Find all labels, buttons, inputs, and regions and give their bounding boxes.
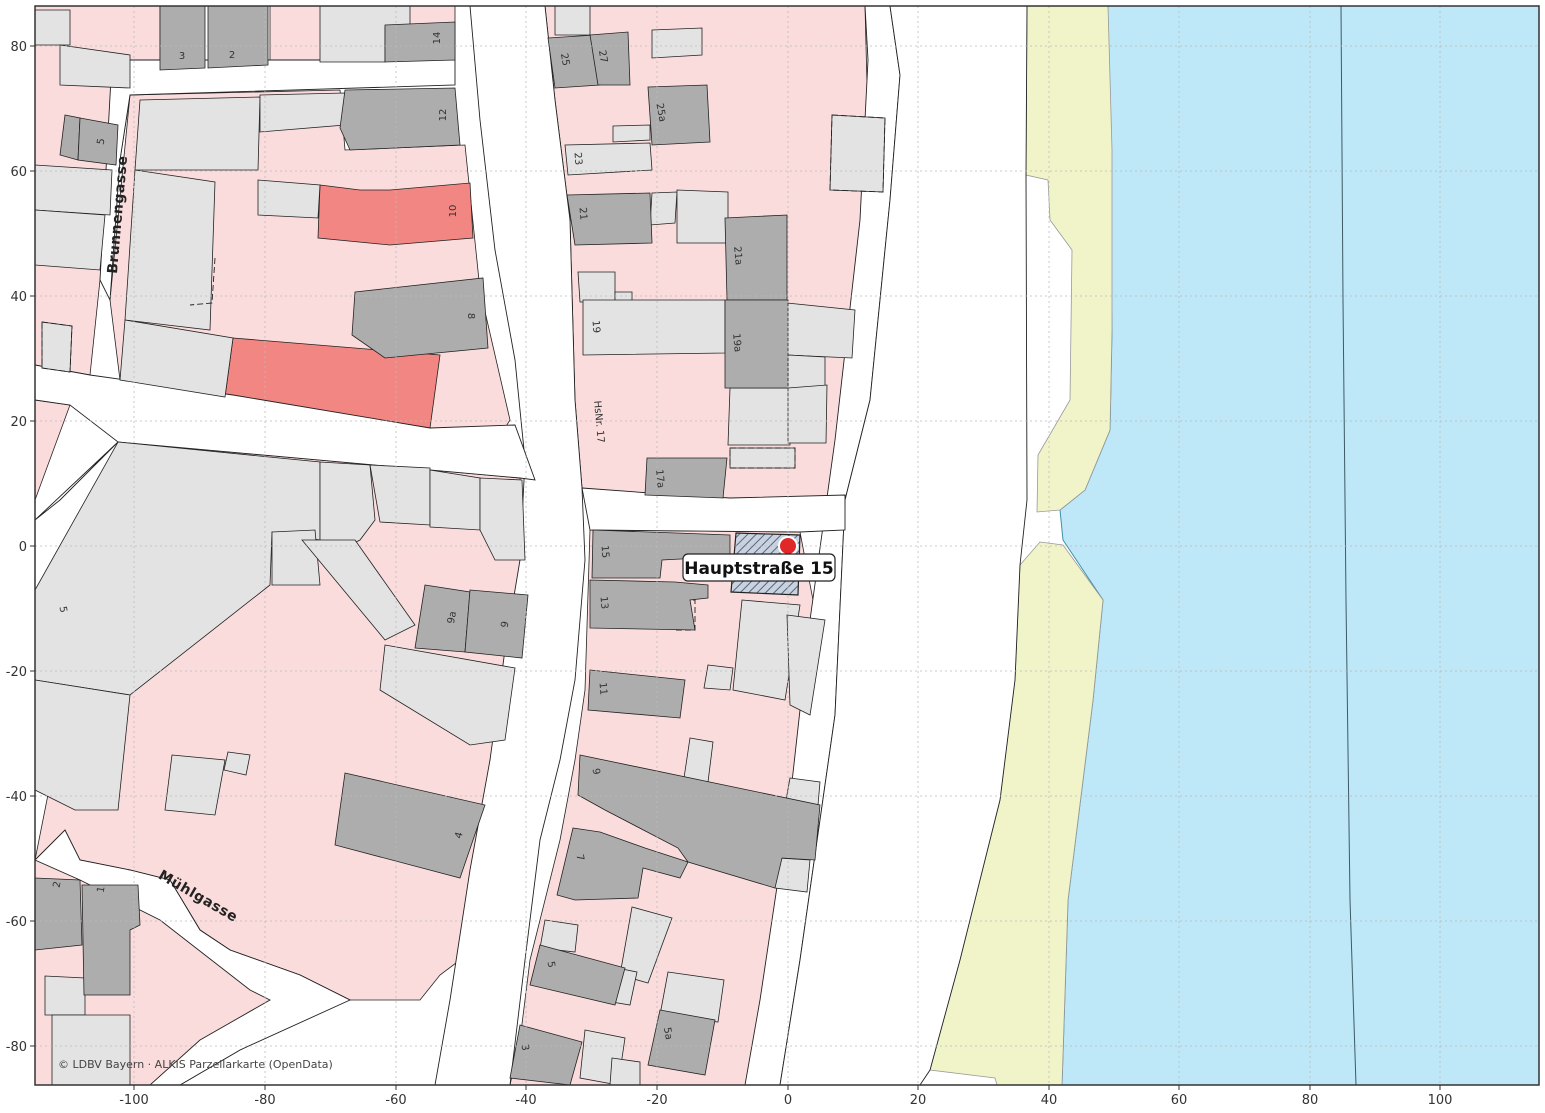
- y-tick-label: -40: [6, 790, 27, 805]
- x-tick-label: -80: [254, 1093, 275, 1108]
- house-number: 11: [596, 682, 608, 696]
- house-number: 25: [558, 52, 571, 66]
- x-tick-label: 40: [1041, 1093, 1058, 1108]
- attribution-text: © LDBV Bayern · ALKIS Parzellarkarte (Op…: [58, 1058, 333, 1071]
- house-number: 14: [432, 32, 443, 45]
- y-tick-label: -80: [6, 1040, 27, 1055]
- x-tick-label: 80: [1302, 1093, 1319, 1108]
- x-tick-label: 0: [784, 1093, 792, 1108]
- y-tick-label: -20: [6, 665, 27, 680]
- address-callout[interactable]: Hauptstraße 15: [682, 553, 836, 582]
- x-tick-label: 100: [1428, 1093, 1453, 1108]
- house-number: 15: [598, 545, 610, 559]
- y-tick-label: -60: [6, 915, 27, 930]
- house-number: 8: [465, 313, 476, 319]
- house-number: 2: [229, 50, 235, 61]
- house-number: 5a: [661, 1026, 674, 1040]
- house-number: 19: [589, 320, 601, 334]
- house-number: 23: [571, 152, 583, 166]
- address-label: Hauptstraße 15: [684, 559, 834, 579]
- y-tick-label: 60: [10, 165, 27, 180]
- house-number: 9a: [446, 610, 459, 624]
- x-tick-label: -40: [515, 1093, 536, 1108]
- y-tick-label: 40: [10, 290, 27, 305]
- x-tick-label: -100: [119, 1093, 149, 1108]
- house-number: 21a: [731, 246, 744, 266]
- house-number: 19a: [730, 333, 743, 353]
- house-number: 13: [597, 596, 609, 610]
- cadastral-map[interactable]: 3 2 14 5 12 10 8 25 27 25a 23 21 21a 19 …: [0, 0, 1545, 1113]
- house-number: 10: [448, 205, 459, 218]
- y-tick-label: 80: [10, 40, 27, 55]
- house-number: 12: [438, 109, 449, 122]
- map-plot-area[interactable]: 3 2 14 5 12 10 8 25 27 25a 23 21 21a 19 …: [35, 6, 1545, 1085]
- house-number: 17a: [653, 469, 666, 489]
- house-number: 27: [596, 49, 609, 63]
- location-marker[interactable]: [778, 536, 798, 556]
- river-water: [1059, 6, 1539, 1085]
- house-number: 3: [179, 51, 185, 62]
- x-tick-label: -60: [385, 1093, 406, 1108]
- house-number: 21: [576, 207, 588, 221]
- x-tick-label: 60: [1171, 1093, 1188, 1108]
- x-tick-label: -20: [646, 1093, 667, 1108]
- x-tick-label: 20: [910, 1093, 927, 1108]
- y-tick-label: 0: [19, 540, 27, 555]
- y-tick-label: 20: [10, 415, 27, 430]
